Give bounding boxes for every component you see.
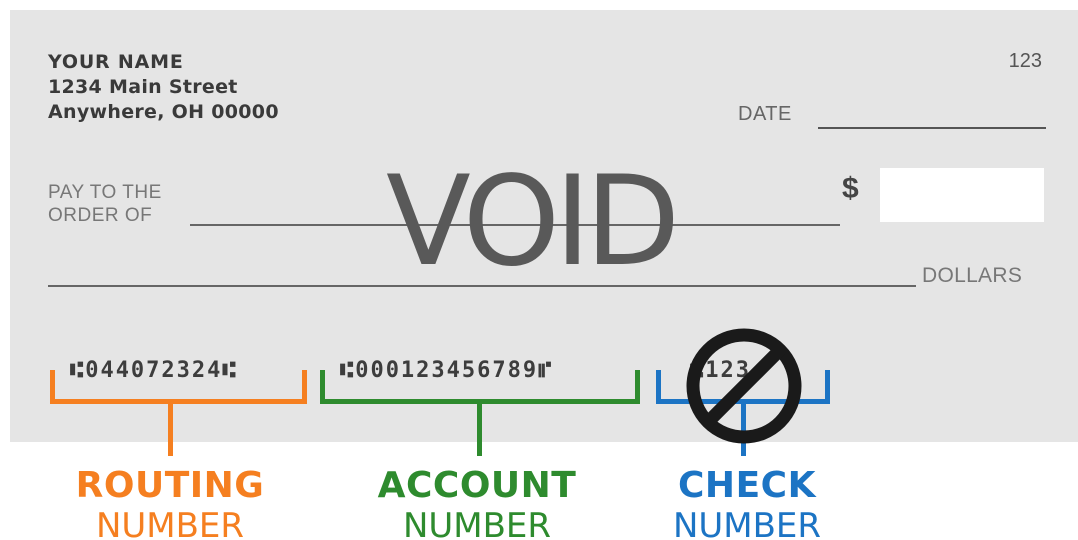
account-holder-block: YOUR NAME 1234 Main Street Anywhere, OH … xyxy=(48,50,279,125)
holder-city: Anywhere, OH 00000 xyxy=(48,101,279,123)
account-stem xyxy=(477,404,482,456)
routing-label-bottom: NUMBER xyxy=(95,506,245,540)
dollars-label: DOLLARS xyxy=(922,264,1023,287)
pay-to-line2: ORDER OF xyxy=(48,205,153,226)
account-label-bottom: NUMBER xyxy=(402,506,552,540)
account-label-top: ACCOUNT xyxy=(377,465,577,506)
check-number-header: 123 xyxy=(1008,50,1042,72)
routing-stem xyxy=(168,404,173,456)
check-label-bottom: NUMBER xyxy=(672,506,822,540)
account-bracket xyxy=(320,370,640,404)
holder-street: 1234 Main Street xyxy=(48,76,238,98)
routing-bracket xyxy=(50,370,307,404)
pay-to-label: PAY TO THE ORDER OF xyxy=(48,181,162,227)
date-label: DATE xyxy=(738,103,792,125)
check-label-top: CHECK xyxy=(678,465,816,506)
date-line xyxy=(818,127,1046,129)
dollar-sign: $ xyxy=(842,172,859,205)
void-watermark: VOID xyxy=(386,150,680,294)
routing-label-top: ROUTING xyxy=(75,465,265,506)
pay-to-line1: PAY TO THE xyxy=(48,182,162,203)
amount-box xyxy=(880,168,1044,222)
holder-name: YOUR NAME xyxy=(48,51,184,73)
no-sign-icon xyxy=(686,328,802,444)
